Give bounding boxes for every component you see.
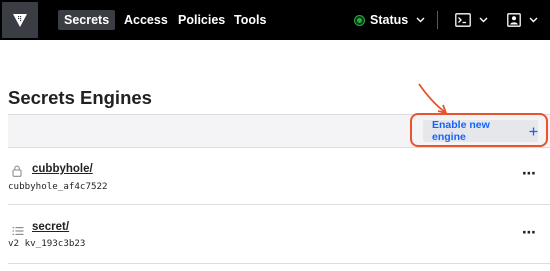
nav-secrets[interactable]: Secrets xyxy=(58,10,116,30)
nav-access[interactable]: Access xyxy=(118,10,174,30)
annotation-highlight xyxy=(410,113,548,147)
engine-accessor: cubbyhole_af4c7522 xyxy=(8,181,108,192)
nav-policies[interactable]: Policies xyxy=(172,10,231,30)
nav-divider xyxy=(437,11,438,29)
engine-name-link[interactable]: secret/ xyxy=(32,221,69,233)
console-menu-button[interactable] xyxy=(455,11,488,29)
vault-logo[interactable] xyxy=(2,2,38,38)
user-icon xyxy=(507,13,521,27)
row-divider xyxy=(8,263,550,264)
lock-icon xyxy=(12,164,22,182)
engine-name-link[interactable]: cubbyhole/ xyxy=(32,163,93,175)
page-title: Secrets Engines xyxy=(8,87,152,108)
user-menu-button[interactable] xyxy=(507,11,538,29)
chevron-down-icon xyxy=(529,17,538,23)
more-options-icon[interactable]: ⋯ xyxy=(522,165,536,182)
status-indicator-icon xyxy=(355,15,364,25)
chevron-down-icon xyxy=(416,17,425,23)
engine-row-secret[interactable]: secret/ v2 kv_193c3b23 ⋯ xyxy=(8,219,550,263)
annotation-arrow-icon xyxy=(418,83,448,115)
top-navbar: Secrets Access Policies Tools Status xyxy=(0,0,550,40)
vault-logo-icon xyxy=(13,14,27,27)
status-label: Status xyxy=(370,13,409,27)
row-divider xyxy=(8,204,550,205)
chevron-down-icon xyxy=(479,17,488,23)
terminal-icon xyxy=(455,13,471,27)
status-menu[interactable]: Status xyxy=(355,10,425,30)
engine-accessor: v2 kv_193c3b23 xyxy=(8,238,86,249)
engine-row-cubbyhole[interactable]: cubbyhole/ cubbyhole_af4c7522 ⋯ xyxy=(8,160,550,204)
nav-tools[interactable]: Tools xyxy=(228,10,272,30)
more-options-icon[interactable]: ⋯ xyxy=(522,224,536,241)
